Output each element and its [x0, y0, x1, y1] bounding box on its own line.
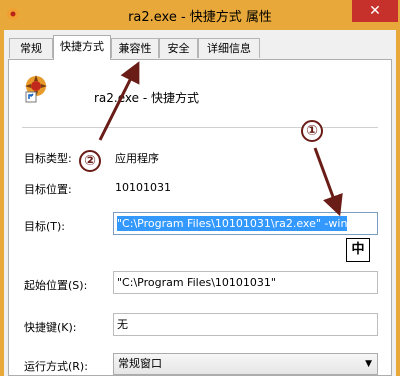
- arrow-to-compatibility-tab: [98, 61, 140, 141]
- annotation-arrows: [98, 61, 343, 217]
- arrow-to-target: [313, 147, 343, 217]
